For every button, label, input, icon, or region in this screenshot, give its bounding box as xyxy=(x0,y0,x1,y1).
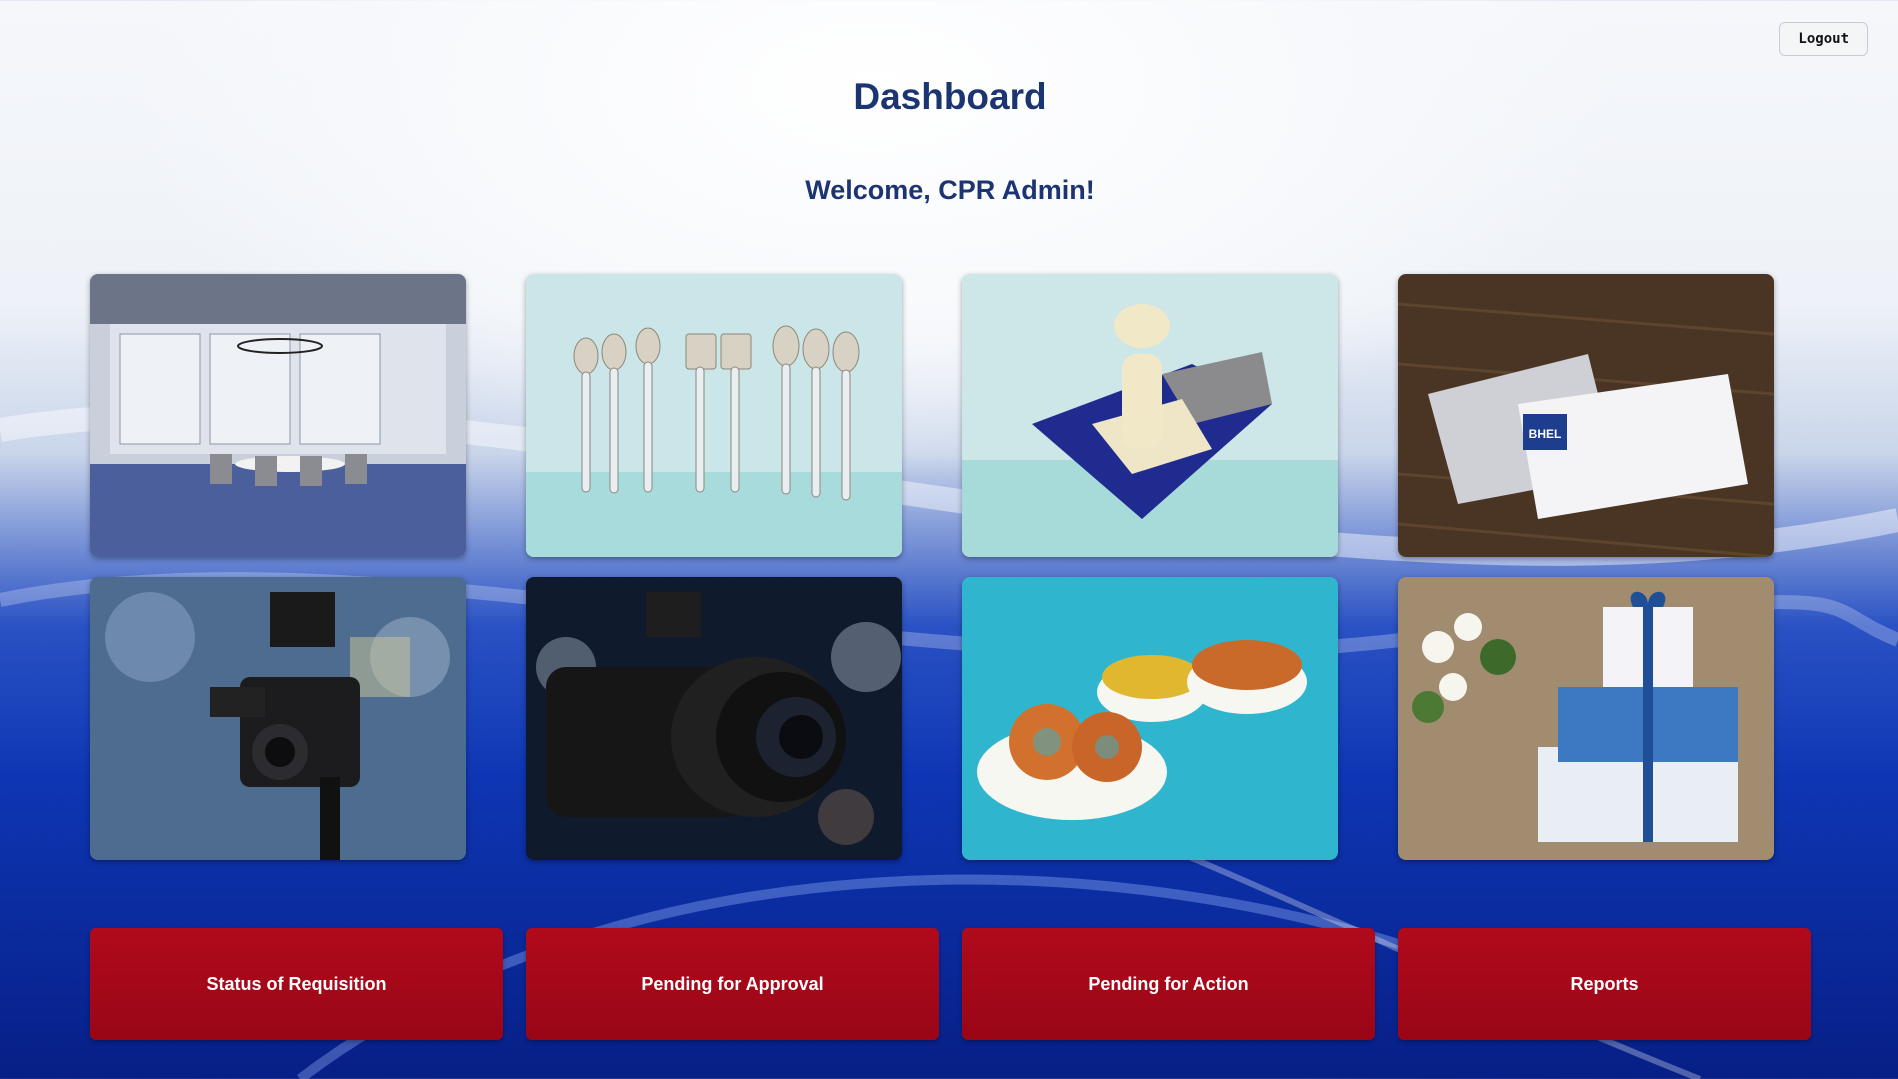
tile-cutlery-set[interactable] xyxy=(526,274,902,557)
tile-video-camera[interactable] xyxy=(90,577,466,860)
visiting-cards-image: BHEL xyxy=(1398,274,1774,557)
svg-text:BHEL: BHEL xyxy=(1529,427,1562,441)
welcome-message: Welcome, CPR Admin! xyxy=(805,175,1095,205)
dslr-camera-image xyxy=(526,577,902,860)
action-buttons-row: Status of Requisition Pending for Approv… xyxy=(90,928,1812,1040)
gift-boxes-image xyxy=(1398,577,1774,860)
pending-for-action-button[interactable]: Pending for Action xyxy=(962,928,1375,1040)
pending-for-approval-button[interactable]: Pending for Approval xyxy=(526,928,939,1040)
tile-gift-boxes[interactable] xyxy=(1398,577,1774,860)
snacks-image xyxy=(962,577,1338,860)
tile-dslr-camera[interactable] xyxy=(526,577,902,860)
tile-snacks[interactable] xyxy=(962,577,1338,860)
video-camera-image xyxy=(90,577,466,860)
service-tiles-grid: BHEL xyxy=(90,274,1774,860)
reports-button[interactable]: Reports xyxy=(1398,928,1811,1040)
status-of-requisition-button[interactable]: Status of Requisition xyxy=(90,928,503,1040)
office-interior-image xyxy=(90,274,466,557)
cutlery-set-image xyxy=(526,274,902,557)
logout-button[interactable]: Logout xyxy=(1779,22,1868,56)
page-title: Dashboard xyxy=(853,76,1047,117)
rubber-stamp-image xyxy=(962,274,1338,557)
tile-visiting-cards[interactable]: BHEL xyxy=(1398,274,1774,557)
tile-rubber-stamp[interactable] xyxy=(962,274,1338,557)
tile-office-interior[interactable] xyxy=(90,274,466,557)
